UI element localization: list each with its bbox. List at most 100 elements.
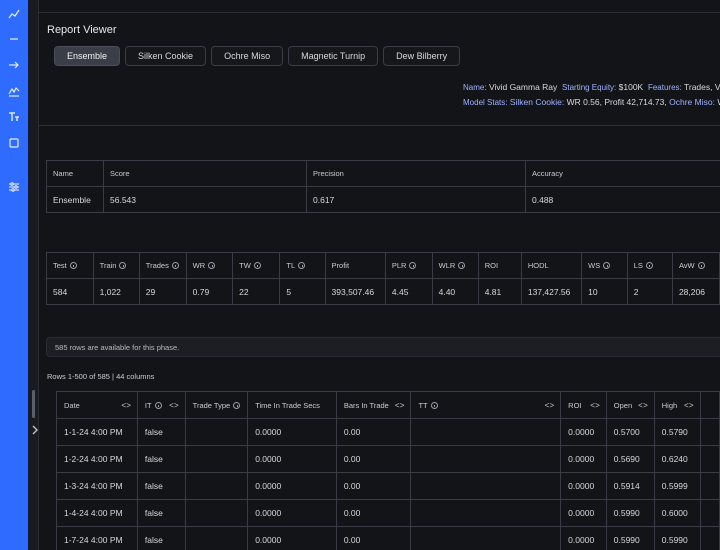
- table-cell: [184, 472, 249, 500]
- table-row[interactable]: 1-7-24 4:00 PM false 0.0000 0.00 0.0000 0.599…: [56, 526, 720, 550]
- table-cell: [410, 499, 562, 527]
- table-cell: 0.5999: [653, 472, 701, 500]
- info-icon: [233, 401, 241, 409]
- stats-header: Train: [92, 252, 140, 279]
- text-tool-icon[interactable]: [6, 110, 22, 124]
- tab-silken-cookie[interactable]: Silken Cookie: [125, 46, 207, 66]
- info-icon: [154, 401, 162, 409]
- score-cell-name: Ensemble: [46, 186, 104, 213]
- table-cell: [699, 499, 720, 527]
- table-cell: false: [136, 418, 186, 446]
- table-cell: [410, 445, 562, 473]
- stats-header: Trades: [138, 252, 187, 279]
- column-header-trade-type[interactable]: Trade Type: [184, 391, 249, 419]
- stats-cell: 4.45: [384, 278, 433, 305]
- info-icon: [645, 262, 653, 269]
- table-cell: 0.0000: [247, 472, 337, 500]
- stats-cell: 28,206: [671, 278, 720, 305]
- tab-ensemble[interactable]: Ensemble: [54, 46, 121, 66]
- info-icon: [208, 262, 216, 269]
- stats-header: PLR: [384, 252, 433, 279]
- table-cell: 0.0000: [247, 418, 337, 446]
- table-cell: 0.0000: [560, 445, 607, 473]
- column-header-high[interactable]: High < >: [653, 391, 701, 419]
- page-title: Report Viewer: [47, 24, 117, 36]
- column-header-roi[interactable]: ROI < >: [560, 391, 607, 419]
- info-icon: [298, 262, 306, 269]
- info-icon: [171, 262, 179, 269]
- name-value: Vivid Gamma Ray: [488, 82, 558, 92]
- minus-icon[interactable]: [6, 32, 22, 46]
- stats-header: HODL: [520, 252, 583, 279]
- table-cell: 0.5990: [605, 526, 655, 550]
- stats-table: Test Train Trades WR TW TL Profit PLR WL…: [46, 252, 720, 305]
- info-icon: [253, 262, 261, 269]
- table-cell: 0.5700: [605, 418, 655, 446]
- stats-header: TW: [232, 252, 281, 279]
- info-icon: [69, 262, 77, 269]
- equity-label: Starting Equity:: [562, 83, 617, 92]
- stats-cell: 1,022: [92, 278, 140, 305]
- divider: [39, 125, 720, 126]
- stats-cell: 5: [279, 278, 326, 305]
- resize-arrows-icon: < >: [590, 400, 600, 410]
- table-cell: 0.0000: [247, 526, 337, 550]
- table-cell: 0.00: [335, 418, 412, 446]
- stats-header: Test: [46, 252, 94, 279]
- stats-model1-value: WR 0.56, Profit 42,714.73,: [566, 97, 667, 107]
- table-cell: 1-4-24 4:00 PM: [56, 499, 138, 527]
- name-label: Name:: [463, 83, 487, 92]
- info-icon: [119, 262, 127, 269]
- table-cell: false: [136, 445, 186, 473]
- table-cell: false: [136, 526, 186, 550]
- table-row[interactable]: 1-2-24 4:00 PM false 0.0000 0.00 0.0000 0.569…: [56, 445, 720, 473]
- stats-label: Model Stats:: [463, 98, 508, 107]
- column-header-time-in-trade[interactable]: Time In Trade Secs: [247, 391, 337, 419]
- table-cell: [699, 445, 720, 473]
- stats-header: WR: [185, 252, 234, 279]
- column-header-bars-in-trade[interactable]: Bars In Trade < >: [335, 391, 412, 419]
- table-cell: 0.0000: [560, 526, 607, 550]
- stats-cell: 29: [138, 278, 187, 305]
- collapsed-sidebar: [28, 0, 39, 550]
- model-tabs: Ensemble Silken Cookie Ochre Miso Magnet…: [54, 46, 461, 66]
- stats-cell: 4.81: [477, 278, 522, 305]
- stats-cell: 584: [46, 278, 94, 305]
- table-cell: 0.5914: [605, 472, 655, 500]
- icon-rail: [0, 0, 28, 550]
- table-cell: 0.0000: [560, 472, 607, 500]
- main-content: Report Viewer Ensemble Silken Cookie Och…: [39, 0, 720, 550]
- stats-header: LS: [626, 252, 673, 279]
- stats-header: ROI: [477, 252, 522, 279]
- resize-handle[interactable]: [32, 390, 35, 418]
- table-cell: 1-2-24 4:00 PM: [56, 445, 138, 473]
- model-meta-line: Name: Vivid Gamma Ray Starting Equity: $…: [463, 82, 720, 92]
- score-cell-accuracy: 0.488: [525, 186, 720, 213]
- tab-ochre-miso[interactable]: Ochre Miso: [211, 46, 284, 66]
- line-chart-icon[interactable]: [6, 7, 22, 21]
- stats-cell: 10: [581, 278, 628, 305]
- trend-icon[interactable]: [6, 84, 22, 98]
- stats-cell: 22: [232, 278, 281, 305]
- phase-notice: 585 rows are available for this phase.: [46, 337, 720, 357]
- column-header-it[interactable]: IT < >: [136, 391, 186, 419]
- tab-dew-bilberry[interactable]: Dew Bilberry: [383, 46, 461, 66]
- table-cell: [699, 472, 720, 500]
- column-header-tt[interactable]: TT < >: [410, 391, 562, 419]
- table-cell: 0.5690: [605, 445, 655, 473]
- column-header-open[interactable]: Open < >: [605, 391, 655, 419]
- table-row[interactable]: 1-4-24 4:00 PM false 0.0000 0.00 0.0000 0.599…: [56, 499, 720, 527]
- score-header-name: Name: [46, 160, 104, 187]
- stats-header: AvW: [671, 252, 720, 279]
- sliders-icon[interactable]: [6, 180, 22, 194]
- column-header-date[interactable]: Date < >: [56, 391, 138, 419]
- table-row[interactable]: 1-1-24 4:00 PM false 0.0000 0.00 0.0000 0.570…: [56, 418, 720, 446]
- table-cell: 0.5990: [653, 526, 701, 550]
- tab-magnetic-turnip[interactable]: Magnetic Turnip: [288, 46, 379, 66]
- square-icon[interactable]: [6, 136, 22, 150]
- table-cell: 1-7-24 4:00 PM: [56, 526, 138, 550]
- table-row[interactable]: 1-3-24 4:00 PM false 0.0000 0.00 0.0000 0.591…: [56, 472, 720, 500]
- arrow-right-icon[interactable]: [6, 58, 22, 72]
- table-cell: [184, 445, 249, 473]
- resize-arrows-icon: < >: [394, 400, 405, 410]
